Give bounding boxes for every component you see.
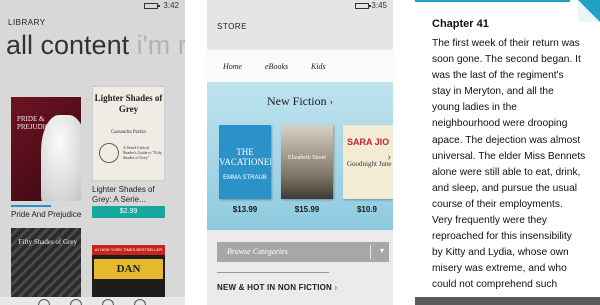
- chevron-right-icon: ›: [334, 283, 338, 292]
- store-tabs: Home eBooks Kids: [207, 50, 393, 82]
- text-line: by Kitty and Lydia, whose own: [432, 247, 569, 259]
- text-line: was the last of the regiment's: [432, 70, 564, 82]
- cover-author: SARA JIO: [347, 137, 390, 147]
- appbar-button[interactable]: [134, 299, 146, 305]
- cover-author: EMMA STRAUB: [223, 175, 267, 181]
- tab-home[interactable]: Home: [223, 62, 242, 71]
- book-cover-dan-brown[interactable]: #1 NEW YORK TIMES BESTSELLER DAN BROWN: [92, 245, 165, 305]
- reader-screen: Chapter 41 The first week of their retur…: [415, 0, 600, 305]
- cover-title: THE VACATIONERS: [219, 147, 271, 167]
- book-cover-goodnight-june[interactable]: SARA JIO Goodnight June: [343, 125, 393, 199]
- section-link-new-hot-non-fiction[interactable]: NEW & HOT IN NON FICTION ›: [217, 283, 337, 292]
- book-price: $15.99: [294, 205, 320, 214]
- chapter-title: Chapter 41: [432, 18, 489, 30]
- text-line: universal. The elder Miss Bennets: [432, 150, 586, 162]
- cover-title: Fifty Shades of Grey: [18, 238, 77, 246]
- text-line: stay in Meryton, and all the: [432, 86, 554, 98]
- text-line: young ladies in the: [432, 102, 517, 114]
- pivot-header: all content i'm r: [6, 30, 185, 61]
- cover-author: DAN BROWN: [94, 259, 163, 295]
- pivot-item-all-content[interactable]: all content: [6, 30, 129, 60]
- text-line: neighbourhood were drooping: [432, 118, 568, 130]
- text-line: course of their employments.: [432, 198, 563, 210]
- reading-progress-bar: [415, 0, 570, 2]
- book-cover-fifty-shades-of-grey[interactable]: Fifty Shades of Grey: [11, 228, 81, 305]
- section-label: NEW & HOT IN NON FICTION: [217, 283, 333, 292]
- store-screen: 3:45 STORE Home eBooks Kids New Fiction …: [207, 0, 393, 305]
- text-line: alone were still able to eat, drink,: [432, 166, 581, 178]
- divider: [370, 245, 371, 259]
- screenshots-strip: 3:42 LIBRARY all content i'm r PRIDE & P…: [0, 0, 600, 305]
- text-line: apace. The dejection was almost: [432, 134, 581, 146]
- page-title: STORE: [217, 22, 247, 31]
- book-cover-the-vacationers[interactable]: THE VACATIONERS EMMA STRAUB: [219, 125, 271, 199]
- text-line: misery was extreme, and who: [432, 263, 567, 275]
- bookmark-corner[interactable]: [578, 0, 600, 22]
- reading-progress-bar: [11, 205, 51, 207]
- chevron-right-icon: ›: [329, 97, 333, 108]
- cover-title: Elizabeth Street: [287, 155, 327, 161]
- library-screen: 3:42 LIBRARY all content i'm r PRIDE & P…: [0, 0, 185, 305]
- book-price: $10.9: [356, 205, 378, 214]
- cover-title: Lighter Shades of Grey: [94, 93, 163, 114]
- book-title[interactable]: Pride And Prejudice: [11, 210, 81, 219]
- page-title: LIBRARY: [8, 18, 46, 27]
- text-line: reproached for this insensibility: [432, 231, 572, 243]
- browse-categories-dropdown[interactable]: Browse Categories ▾: [217, 242, 389, 262]
- book-price: $13.99: [232, 205, 258, 214]
- cover-title: Goodnight June: [347, 160, 392, 168]
- clock: 3:42: [163, 1, 179, 10]
- app-bar: [0, 297, 185, 305]
- status-bar: 3:45: [207, 0, 393, 12]
- text-line: soon gone. The second began. It: [432, 54, 581, 66]
- chevron-right-icon[interactable]: ›: [388, 152, 391, 163]
- pivot-item-next[interactable]: i'm r: [137, 30, 185, 60]
- book-title[interactable]: Lighter Shades of Grey: A Serie...: [92, 185, 170, 205]
- cover-author: Cassandra Parkin: [111, 130, 146, 135]
- book-cover-pride-and-prejudice[interactable]: PRIDE & PREJUDICE: [11, 97, 81, 201]
- battery-icon: [144, 3, 160, 9]
- cover-art: [99, 143, 119, 163]
- tab-kids[interactable]: Kids: [311, 62, 326, 71]
- status-bar: 3:42: [0, 0, 185, 12]
- section-title[interactable]: New Fiction ›: [207, 94, 393, 109]
- book-cover-lighter-shades-of-grey[interactable]: Lighter Shades of Grey Cassandra Parkin …: [92, 86, 165, 181]
- cover-art: [41, 115, 81, 201]
- chevron-down-icon: ▾: [379, 246, 384, 255]
- new-fiction-carousel: New Fiction › THE VACATIONERS EMMA STRAU…: [207, 82, 393, 230]
- reading-text: The first week of their return was soon …: [432, 36, 597, 294]
- section-title-text: New Fiction: [266, 94, 327, 108]
- buy-button[interactable]: $2.99: [92, 206, 165, 218]
- text-line: could not comprehend such: [432, 279, 558, 291]
- appbar-button[interactable]: [38, 299, 50, 305]
- appbar-button[interactable]: [70, 299, 82, 305]
- text-line: and sleep, and pursue the usual: [432, 182, 577, 194]
- text-line: The first week of their return was: [432, 38, 580, 49]
- tab-ebooks[interactable]: eBooks: [265, 62, 288, 71]
- app-bar[interactable]: [415, 297, 600, 305]
- appbar-button[interactable]: [102, 299, 114, 305]
- clock: 3:45: [371, 1, 387, 10]
- dropdown-label: Browse Categories: [227, 247, 288, 256]
- divider: [217, 272, 329, 273]
- book-cover-elizabeth-street[interactable]: Elizabeth Street: [281, 125, 333, 199]
- text-line: Very frequently were they: [432, 215, 547, 227]
- cover-banner: #1 NEW YORK TIMES BESTSELLER: [92, 245, 165, 255]
- cover-description: A Seriel Critical Reader's Guide to "Fif…: [123, 145, 162, 160]
- battery-charging-icon: [355, 3, 371, 9]
